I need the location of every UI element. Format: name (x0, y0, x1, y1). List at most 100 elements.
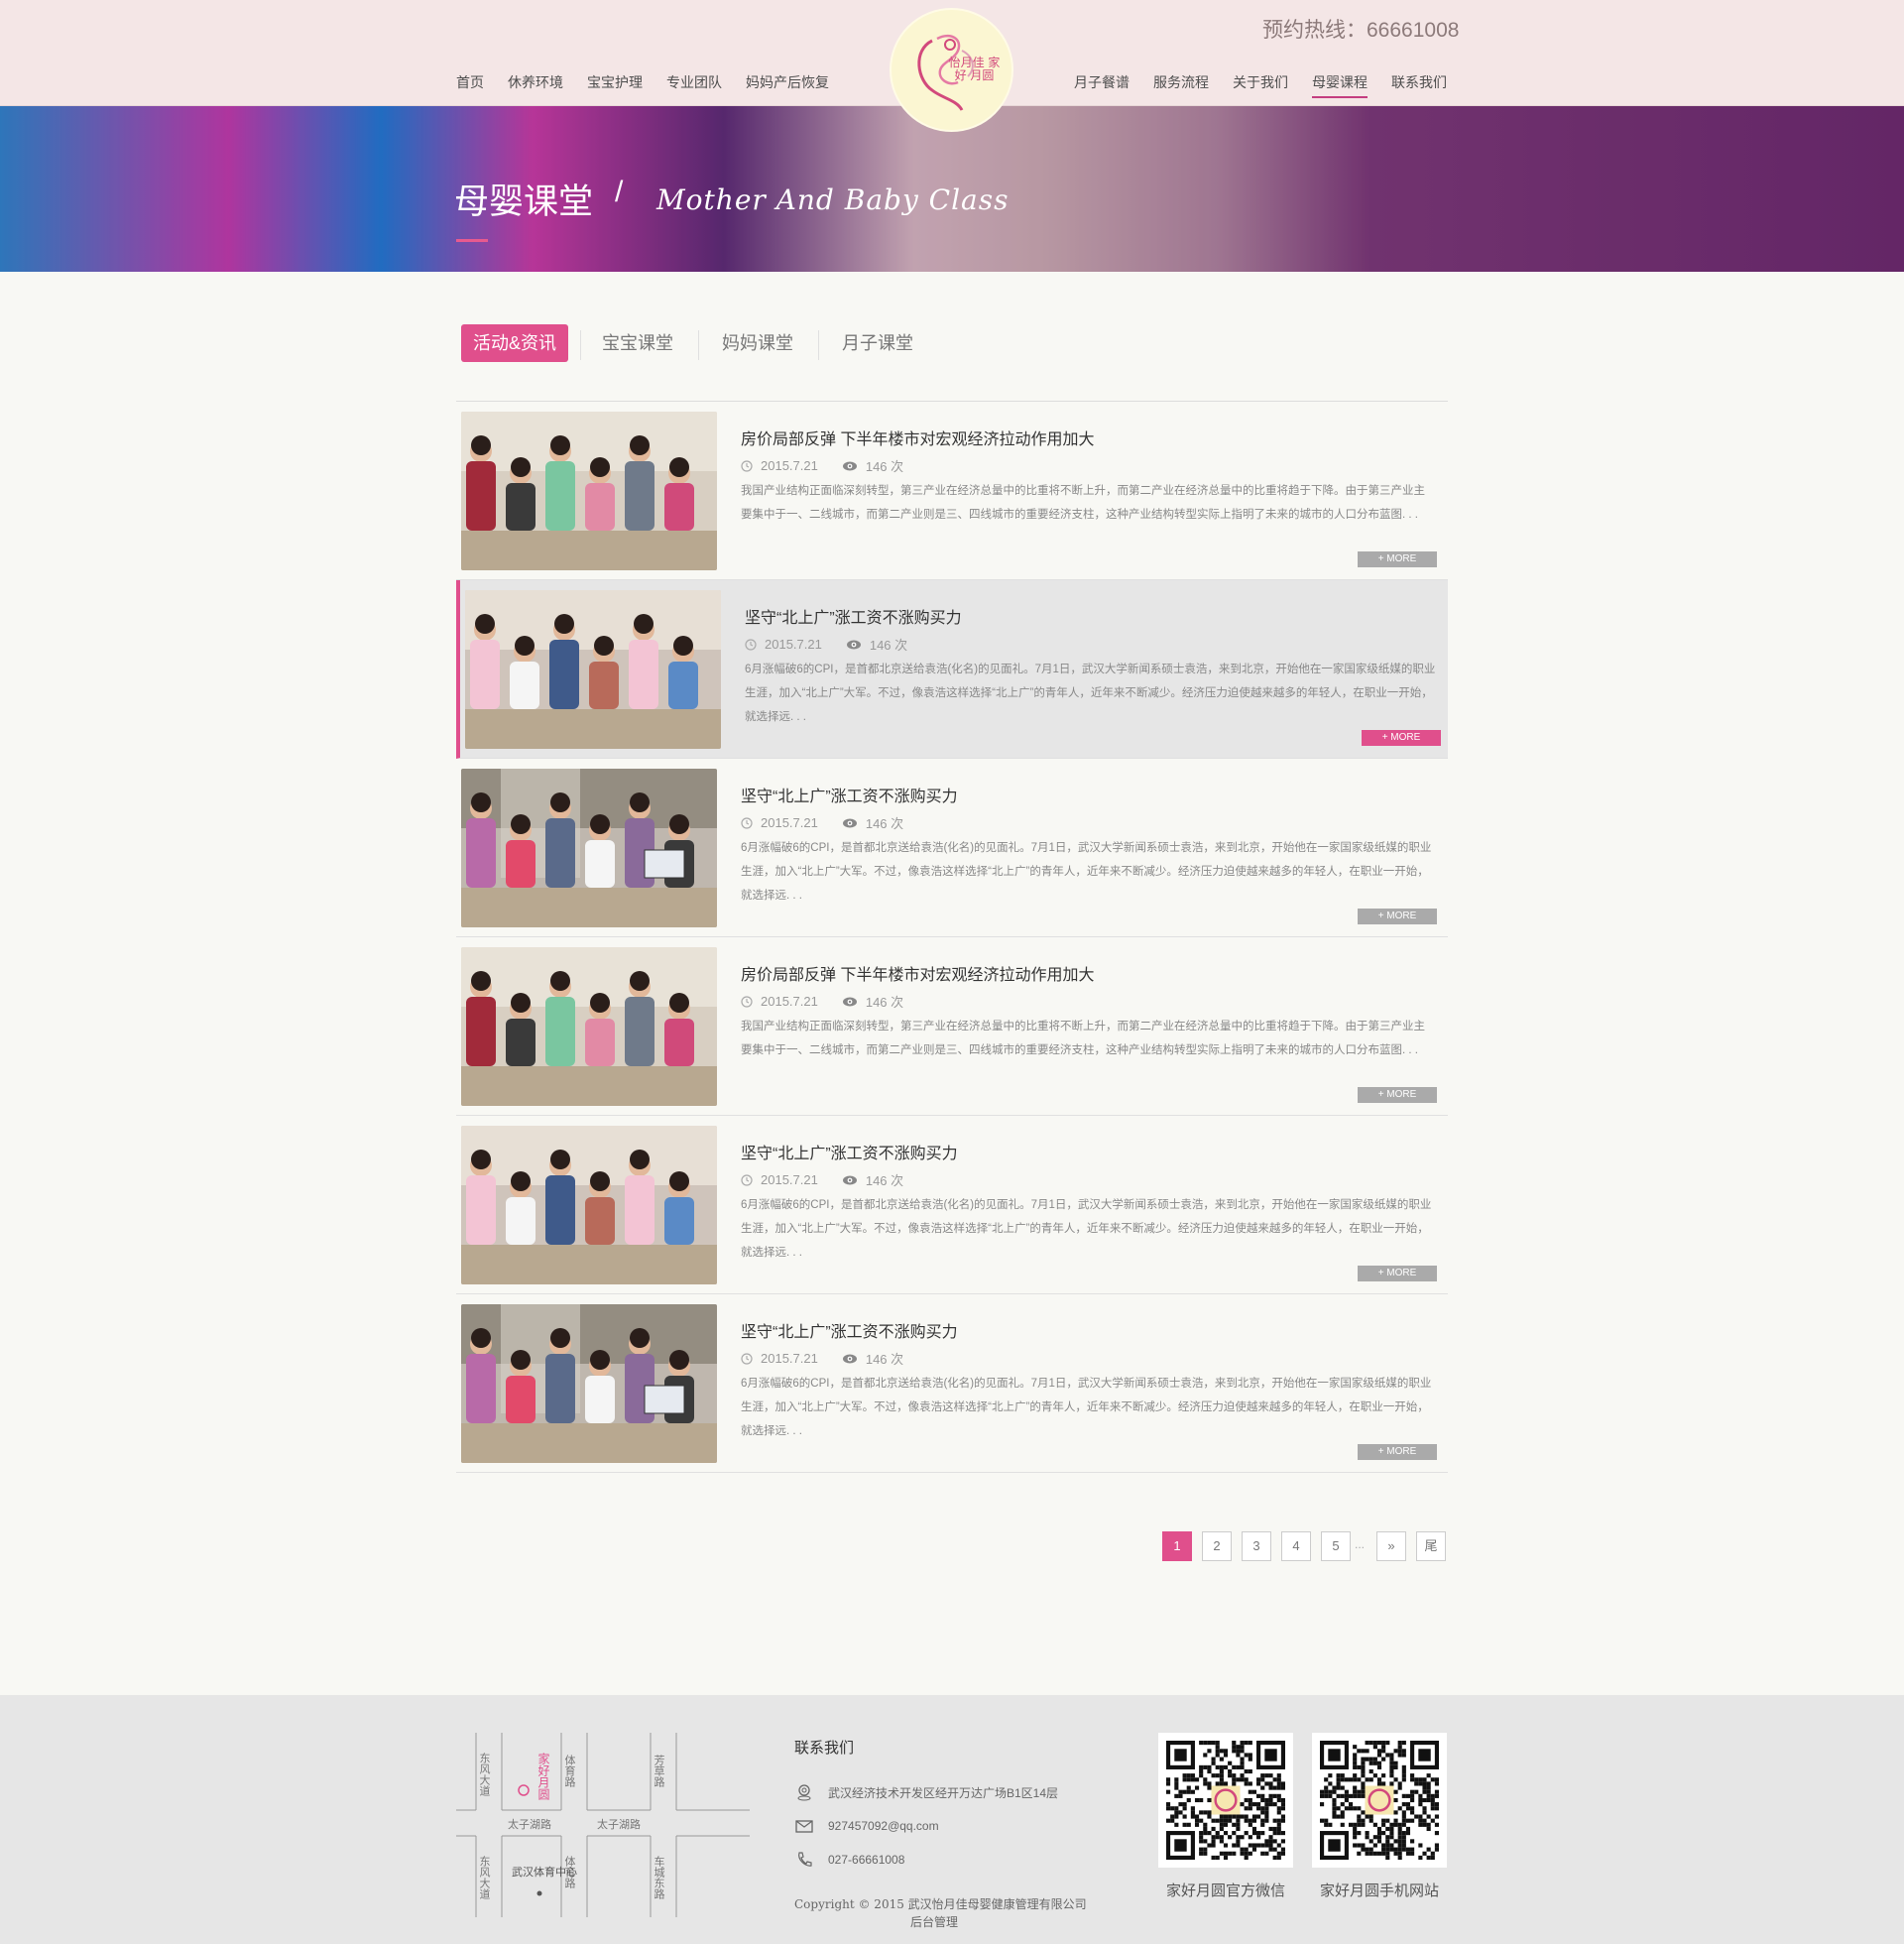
nav-item-environment[interactable]: 休养环境 (508, 72, 563, 92)
news-title[interactable]: 坚守“北上广”涨工资不涨购买力 (741, 783, 958, 806)
news-item[interactable]: 房价局部反弹 下半年楼市对宏观经济拉动作用加大 2015.7.21 146 次我国产… (456, 402, 1448, 580)
news-date: 2015.7.21 (761, 1172, 818, 1187)
map-pin-icon (518, 1784, 530, 1796)
clock-icon (741, 1173, 753, 1186)
more-button[interactable]: + MORE (1358, 1444, 1437, 1460)
banner-underline (456, 239, 488, 242)
next-page-button[interactable]: » (1376, 1531, 1406, 1561)
tab-divider (580, 330, 581, 360)
more-button[interactable]: + MORE (1358, 909, 1437, 924)
site-logo[interactable]: 怡月佳 家好 月圆 (890, 8, 1013, 132)
map-landmark-label: 武汉体育中心 (512, 1865, 577, 1879)
news-title[interactable]: 坚守“北上广”涨工资不涨购买力 (741, 1318, 958, 1342)
news-thumbnail[interactable] (461, 412, 717, 570)
qr-code-icon (1312, 1733, 1447, 1868)
news-excerpt: 6月涨幅破6的CPI，是首都北京送给袁浩(化名)的见面礼。7月1日，武汉大学新闻… (741, 842, 1432, 902)
map-graphic: 东风大道 体育路 芳草路 太子湖路 太子湖路 东风大道 体育路 车城东路 武汉体… (456, 1733, 750, 1917)
admin-link[interactable]: 后台管理 (794, 1913, 1087, 1931)
more-button[interactable]: + MORE (1358, 551, 1437, 567)
news-views: 146 次 (865, 459, 904, 474)
clock-icon (745, 638, 757, 651)
phone-text[interactable]: 027-66661008 (828, 1853, 904, 1867)
news-views: 146 次 (865, 816, 904, 831)
news-thumbnail[interactable] (461, 769, 717, 927)
news-excerpt: 我国产业结构正面临深刻转型，第三产业在经济总量中的比重将不断上升，而第二产业在经… (741, 1021, 1425, 1056)
more-button[interactable]: + MORE (1358, 1087, 1437, 1103)
email-text[interactable]: 927457092@qq.com (828, 1819, 939, 1833)
news-views: 146 次 (865, 1173, 904, 1188)
contact-title: 联系我们 (794, 1740, 855, 1757)
news-thumbnail[interactable] (461, 1304, 717, 1463)
news-meta: 2015.7.21 146 次 (741, 992, 903, 1011)
map-road-label: 体育路 (563, 1754, 576, 1788)
nav-item-home[interactable]: 首页 (456, 72, 484, 92)
news-excerpt: 6月涨幅破6的CPI，是首都北京送给袁浩(化名)的见面礼。7月1日，武汉大学新闻… (741, 1199, 1432, 1259)
news-date: 2015.7.21 (761, 994, 818, 1009)
page-3-button[interactable]: 3 (1242, 1531, 1271, 1561)
mail-icon (794, 1816, 814, 1836)
tab-confinement-class[interactable]: 月子课堂 (830, 324, 925, 362)
news-thumbnail[interactable] (465, 590, 721, 749)
news-item[interactable]: 坚守“北上广”涨工资不涨购买力 2015.7.21 146 次 6月涨幅破6的CPI，… (456, 759, 1448, 937)
news-meta: 2015.7.21 146 次 (741, 456, 903, 475)
eye-icon (842, 817, 858, 829)
news-excerpt: 6月涨幅破6的CPI，是首都北京送给袁浩(化名)的见面礼。7月1日，武汉大学新闻… (745, 664, 1436, 723)
page-2-button[interactable]: 2 (1202, 1531, 1232, 1561)
phone-row: 027-66661008 (794, 1843, 1058, 1877)
page-1-button[interactable]: 1 (1162, 1531, 1192, 1561)
news-title[interactable]: 房价局部反弹 下半年楼市对宏观经济拉动作用加大 (741, 961, 1094, 985)
clock-icon (741, 1352, 753, 1365)
nav-item-about[interactable]: 关于我们 (1233, 72, 1288, 92)
email-row: 927457092@qq.com (794, 1809, 1058, 1843)
nav-item-process[interactable]: 服务流程 (1153, 72, 1209, 92)
map-dot-icon (536, 1890, 542, 1896)
news-date: 2015.7.21 (765, 637, 822, 652)
qr-wechat-label: 家好月圆官方微信 (1165, 1883, 1285, 1899)
qr-wechat: 家好月圆官方微信 (1158, 1733, 1293, 1900)
nav-item-courses[interactable]: 母婴课程 (1312, 72, 1368, 98)
page-5-button[interactable]: 5 (1321, 1531, 1351, 1561)
eye-icon (846, 639, 862, 651)
banner-separator: / (615, 176, 624, 208)
clock-icon (741, 459, 753, 472)
banner-subtitle: Mother And Baby Class (656, 183, 1010, 216)
more-button[interactable]: + MORE (1362, 730, 1441, 746)
logo-text: 怡月佳 家好 月圆 (948, 55, 1001, 82)
qr-mobile-label: 家好月圆手机网站 (1319, 1883, 1439, 1899)
more-button[interactable]: + MORE (1358, 1266, 1437, 1281)
nav-item-contact[interactable]: 联系我们 (1391, 72, 1447, 92)
news-title[interactable]: 坚守“北上广”涨工资不涨购买力 (745, 604, 962, 628)
nav-item-recovery[interactable]: 妈妈产后恢复 (746, 72, 829, 92)
last-page-button[interactable]: 尾 (1416, 1531, 1446, 1561)
nav-item-baby-care[interactable]: 宝宝护理 (587, 72, 643, 92)
map-road-label: 车城东路 (653, 1855, 665, 1900)
map-place-label: 家好月圆 (536, 1752, 550, 1801)
phone-icon (794, 1850, 814, 1870)
address-row: 武汉经济技术开发区经开万达广场B1区14层 (794, 1775, 1058, 1809)
nav-item-team[interactable]: 专业团队 (666, 72, 722, 92)
hotline-text: 预约热线：66661008 (1262, 19, 1460, 42)
map-road-label: 芳草路 (653, 1754, 665, 1788)
news-excerpt: 6月涨幅破6的CPI，是首都北京送给袁浩(化名)的见面礼。7月1日，武汉大学新闻… (741, 1378, 1432, 1437)
nav-item-meals[interactable]: 月子餐谱 (1074, 72, 1130, 92)
copyright: Copyright © 2015 武汉怡月佳母婴健康管理有限公司 后台管理 (794, 1895, 1087, 1931)
clock-icon (741, 995, 753, 1008)
news-date: 2015.7.21 (761, 1351, 818, 1366)
news-excerpt: 我国产业结构正面临深刻转型，第三产业在经济总量中的比重将不断上升，而第二产业在经… (741, 485, 1425, 521)
copyright-text: Copyright © 2015 武汉怡月佳母婴健康管理有限公司 (794, 1897, 1087, 1911)
news-item[interactable]: 房价局部反弹 下半年楼市对宏观经济拉动作用加大 2015.7.21 146 次我国产… (456, 937, 1448, 1116)
eye-icon (842, 460, 858, 472)
tab-news[interactable]: 活动&资讯 (461, 324, 569, 362)
news-thumbnail[interactable] (461, 947, 717, 1106)
news-views: 146 次 (869, 638, 908, 653)
tab-divider (818, 330, 819, 360)
news-thumbnail[interactable] (461, 1126, 717, 1284)
news-item[interactable]: 坚守“北上广”涨工资不涨购买力 2015.7.21 146 次 6月涨幅破6的CPI，… (456, 580, 1448, 759)
news-item[interactable]: 坚守“北上广”涨工资不涨购买力 2015.7.21 146 次 6月涨幅破6的CPI，… (456, 1116, 1448, 1294)
page-4-button[interactable]: 4 (1281, 1531, 1311, 1561)
news-item[interactable]: 坚守“北上广”涨工资不涨购买力 2015.7.21 146 次 6月涨幅破6的CPI，… (456, 1294, 1448, 1473)
tab-mom-class[interactable]: 妈妈课堂 (710, 324, 805, 362)
news-title[interactable]: 坚守“北上广”涨工资不涨购买力 (741, 1140, 958, 1163)
tab-baby-class[interactable]: 宝宝课堂 (590, 324, 685, 362)
news-title[interactable]: 房价局部反弹 下半年楼市对宏观经济拉动作用加大 (741, 425, 1094, 449)
